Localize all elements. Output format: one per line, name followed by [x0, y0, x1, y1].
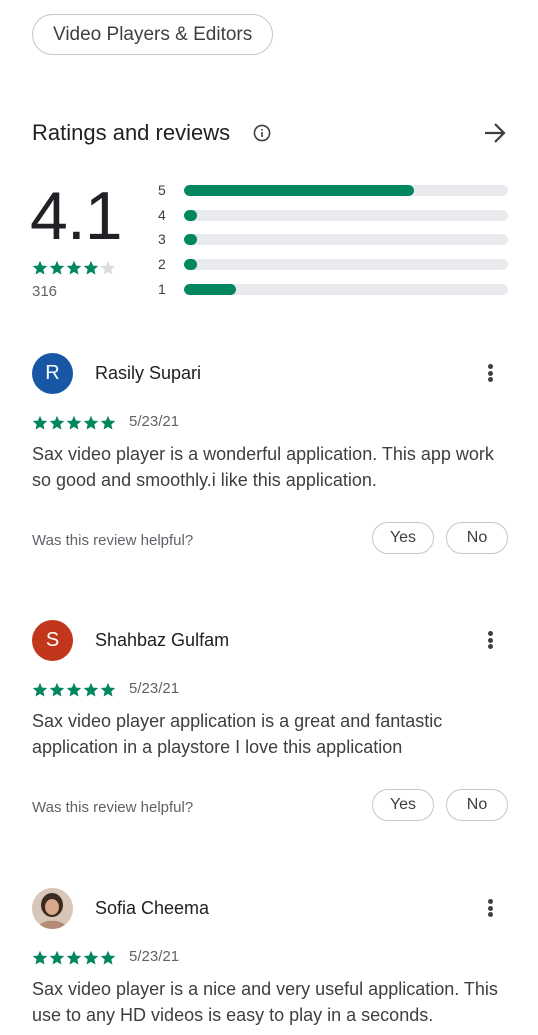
star-icon [100, 950, 116, 966]
star-icon [100, 682, 116, 698]
rating-bar-fill [184, 234, 197, 246]
star-icon [83, 260, 99, 276]
rating-bar-track [184, 234, 508, 246]
helpful-prompt: Was this review helpful? [32, 799, 194, 816]
reviewer-name: Shahbaz Gulfam [95, 630, 230, 650]
rating-bar-fill [184, 259, 197, 271]
rating-bar-label: 4 [158, 206, 166, 223]
review-text: Sax video player is a nice and very usef… [32, 979, 498, 1025]
avatar: R [32, 353, 73, 394]
category-chip[interactable]: Video Players & Editors [32, 14, 274, 55]
review-text: Sax video player is a wonderful applicat… [32, 444, 494, 490]
helpful-prompt: Was this review helpful? [32, 532, 194, 549]
star-icon [100, 260, 116, 276]
helpful-yes-button[interactable]: Yes [372, 522, 434, 554]
rating-bar-track [184, 283, 508, 295]
rating-bar-fill [184, 283, 236, 295]
review-text: Sax video player application is a great … [32, 711, 443, 757]
avatar-photo [32, 888, 73, 929]
average-stars [32, 260, 116, 276]
star-icon [32, 950, 48, 966]
average-rating: 4.1 [30, 178, 123, 254]
rating-bar-row: 3 [158, 229, 508, 249]
star-icon [32, 682, 48, 698]
rating-bar-track [184, 259, 508, 271]
section-title: Ratings and reviews [32, 120, 231, 145]
arrow-forward-icon[interactable] [482, 120, 508, 146]
helpful-yes-button[interactable]: Yes [372, 789, 434, 821]
helpful-no-button[interactable]: No [446, 522, 508, 554]
star-icon [83, 415, 99, 431]
more-options-icon[interactable] [480, 359, 500, 387]
ratings-header: Ratings and reviews [32, 116, 508, 150]
rating-bar-row: 2 [158, 254, 508, 274]
star-icon [66, 682, 82, 698]
rating-bar-label: 5 [158, 182, 166, 198]
star-icon [32, 415, 48, 431]
star-icon [49, 682, 65, 698]
star-icon [66, 260, 82, 276]
rating-bar-label: 1 [158, 280, 166, 297]
review-date: 5/23/21 [129, 948, 180, 965]
star-icon [32, 260, 48, 276]
star-icon [83, 950, 99, 966]
star-icon [49, 415, 65, 431]
star-icon [66, 415, 82, 431]
avatar: S [32, 620, 73, 661]
rating-bar-track [184, 209, 508, 221]
rating-bar-fill [184, 209, 197, 221]
star-icon [66, 950, 82, 966]
review-stars [32, 950, 116, 966]
rating-bar-row: 4 [158, 205, 508, 225]
rating-count: 316 [32, 283, 58, 300]
review-date: 5/23/21 [129, 680, 180, 697]
info-icon[interactable] [252, 123, 272, 143]
star-icon [83, 682, 99, 698]
reviewer-name: Rasily Supari [95, 363, 202, 383]
review-date: 5/23/21 [129, 413, 180, 430]
helpful-no-button[interactable]: No [446, 789, 508, 821]
star-icon [49, 260, 65, 276]
rating-bar-row: 5 [158, 180, 508, 200]
review-stars [32, 415, 116, 431]
rating-bar-row: 1 [158, 279, 508, 299]
reviewer-name: Sofia Cheema [95, 898, 210, 918]
rating-bar-track [184, 185, 508, 196]
rating-bar-label: 2 [158, 256, 166, 273]
star-icon [49, 950, 65, 966]
more-options-icon[interactable] [480, 894, 500, 922]
more-options-icon[interactable] [480, 626, 500, 654]
review-stars [32, 682, 116, 698]
star-icon [100, 415, 116, 431]
rating-bar-label: 3 [158, 231, 166, 248]
rating-bar-fill [184, 185, 415, 196]
